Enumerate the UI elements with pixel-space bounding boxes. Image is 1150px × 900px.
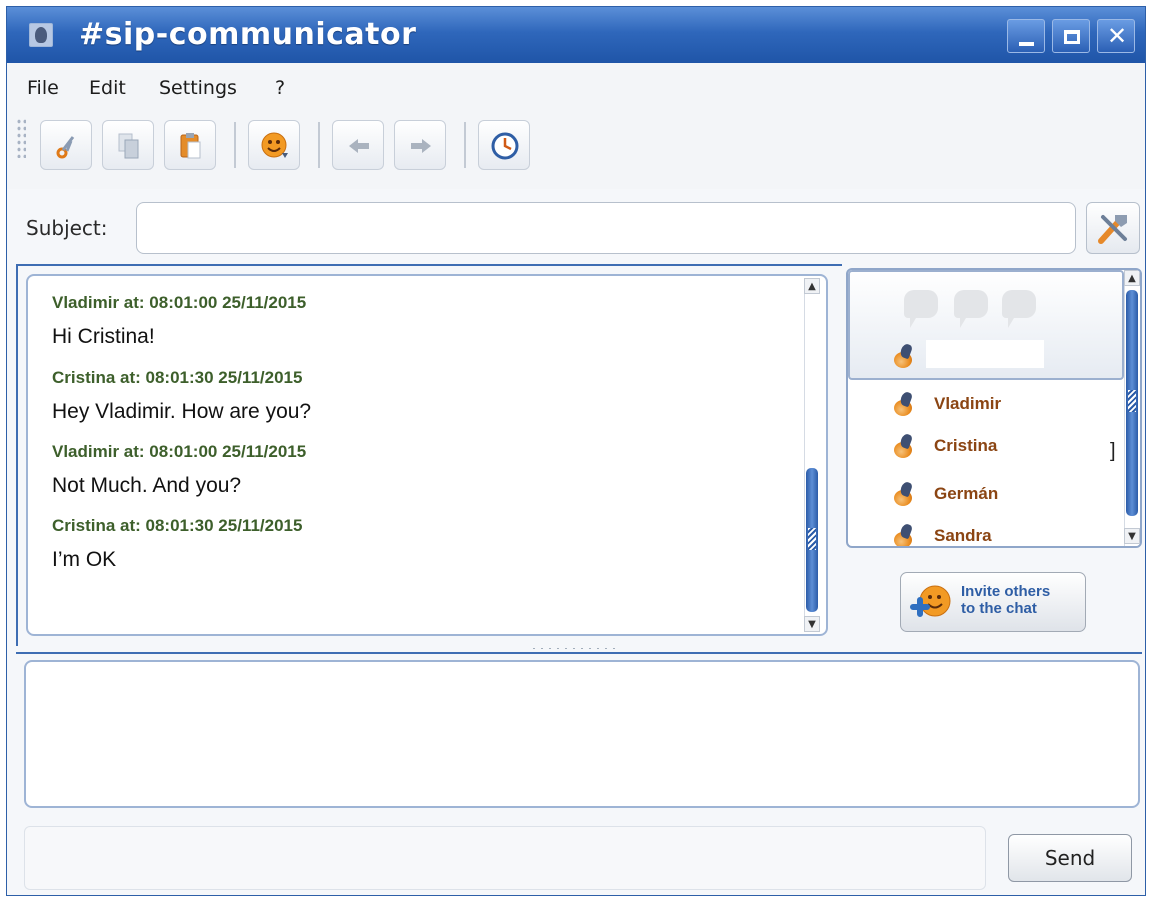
participant-name[interactable]: Vladimir: [934, 394, 1001, 414]
smiley-icon: [261, 132, 288, 158]
maximize-icon: [1064, 30, 1080, 44]
menu-file[interactable]: File: [27, 77, 59, 99]
message-body: I’m OK: [52, 548, 117, 571]
message-input[interactable]: [24, 660, 1140, 808]
cut-icon: [56, 136, 75, 159]
participants-panel: Vladimir Cristina ] Germán Sandra ▲ ▼: [846, 268, 1142, 548]
chat-bubble-icon[interactable]: [954, 290, 988, 328]
subject-input[interactable]: [136, 202, 1076, 254]
participant-name[interactable]: Germán: [934, 484, 998, 504]
contact-icon: [892, 522, 914, 546]
window-title: #sip-communicator: [79, 17, 417, 52]
maximize-button[interactable]: [1052, 19, 1090, 53]
status-bar: [24, 826, 986, 890]
invite-icon: [910, 585, 951, 617]
scroll-down-arrow[interactable]: ▼: [804, 616, 820, 632]
contact-icon: [892, 480, 914, 506]
contact-icon: [892, 342, 914, 368]
info-bubble-icon[interactable]: [904, 290, 938, 328]
scroll-thumb[interactable]: [806, 468, 818, 612]
message-header: Vladimir at: 08:01:00 25/11/2015: [52, 293, 307, 312]
message-body: Hi Cristina!: [52, 325, 155, 348]
history-clock-icon: [491, 132, 519, 160]
toolbar-separator: [464, 122, 466, 168]
back-arrow-icon: [349, 139, 369, 153]
app-icon[interactable]: [29, 23, 53, 47]
leave-bubble-icon[interactable]: [1002, 290, 1036, 328]
participant-name[interactable]: Sandra: [934, 526, 992, 546]
smiley-button[interactable]: [248, 120, 300, 170]
contact-icon: [892, 432, 914, 458]
menu-settings[interactable]: Settings: [159, 77, 237, 99]
toolbar-separator: [318, 122, 320, 168]
invite-label-line1: Invite others: [961, 583, 1051, 600]
participants-header: [848, 270, 1124, 380]
menu-edit[interactable]: Edit: [89, 77, 126, 99]
subject-label: Subject:: [26, 216, 108, 240]
scroll-thumb[interactable]: [1126, 290, 1138, 516]
invite-button[interactable]: Invite others to the chat: [900, 572, 1086, 632]
contact-icon: [892, 390, 914, 416]
send-button[interactable]: Send: [1008, 834, 1132, 882]
message-header: Cristina at: 08:01:30 25/11/2015: [52, 516, 303, 535]
minimize-icon: [1019, 42, 1034, 46]
back-button[interactable]: [332, 120, 384, 170]
split-handle[interactable]: [530, 647, 620, 650]
copy-icon: [118, 133, 139, 159]
message-body: Hey Vladimir. How are you?: [52, 400, 312, 423]
forward-arrow-icon: [411, 139, 431, 153]
paste-icon: [180, 133, 201, 159]
participants-scrollbar[interactable]: ▲ ▼: [1124, 270, 1140, 546]
scroll-up-arrow[interactable]: ▲: [1124, 270, 1140, 286]
own-name-field: [926, 340, 1044, 368]
paste-button[interactable]: [164, 120, 216, 170]
message-body: Not Much. And you?: [52, 474, 242, 497]
toolbar-grip[interactable]: [16, 118, 26, 158]
divider: [16, 652, 1142, 654]
subject-tools-button[interactable]: [1086, 202, 1140, 254]
message-header: Vladimir at: 08:01:00 25/11/2015: [52, 442, 307, 461]
menu-bar: File Edit Settings ?: [7, 63, 1145, 109]
close-button[interactable]: ✕: [1097, 19, 1135, 53]
close-icon: ✕: [1106, 22, 1128, 50]
invite-label-line2: to the chat: [961, 600, 1037, 617]
forward-button[interactable]: [394, 120, 446, 170]
scroll-up-arrow[interactable]: ▲: [804, 278, 820, 294]
minimize-button[interactable]: [1007, 19, 1045, 53]
copy-button[interactable]: [102, 120, 154, 170]
tools-icon: [1098, 215, 1127, 244]
toolbar-separator: [234, 122, 236, 168]
history-button[interactable]: [478, 120, 530, 170]
cut-button[interactable]: [40, 120, 92, 170]
message-header: Cristina at: 08:01:30 25/11/2015: [52, 368, 303, 387]
menu-help[interactable]: ?: [275, 77, 285, 99]
participant-name[interactable]: Cristina: [934, 436, 997, 456]
chat-scrollbar[interactable]: ▲ ▼: [804, 278, 820, 632]
title-bar[interactable]: #sip-communicator ✕: [7, 7, 1145, 63]
participant-suffix: ]: [1110, 440, 1116, 462]
scroll-down-arrow[interactable]: ▼: [1124, 528, 1140, 544]
